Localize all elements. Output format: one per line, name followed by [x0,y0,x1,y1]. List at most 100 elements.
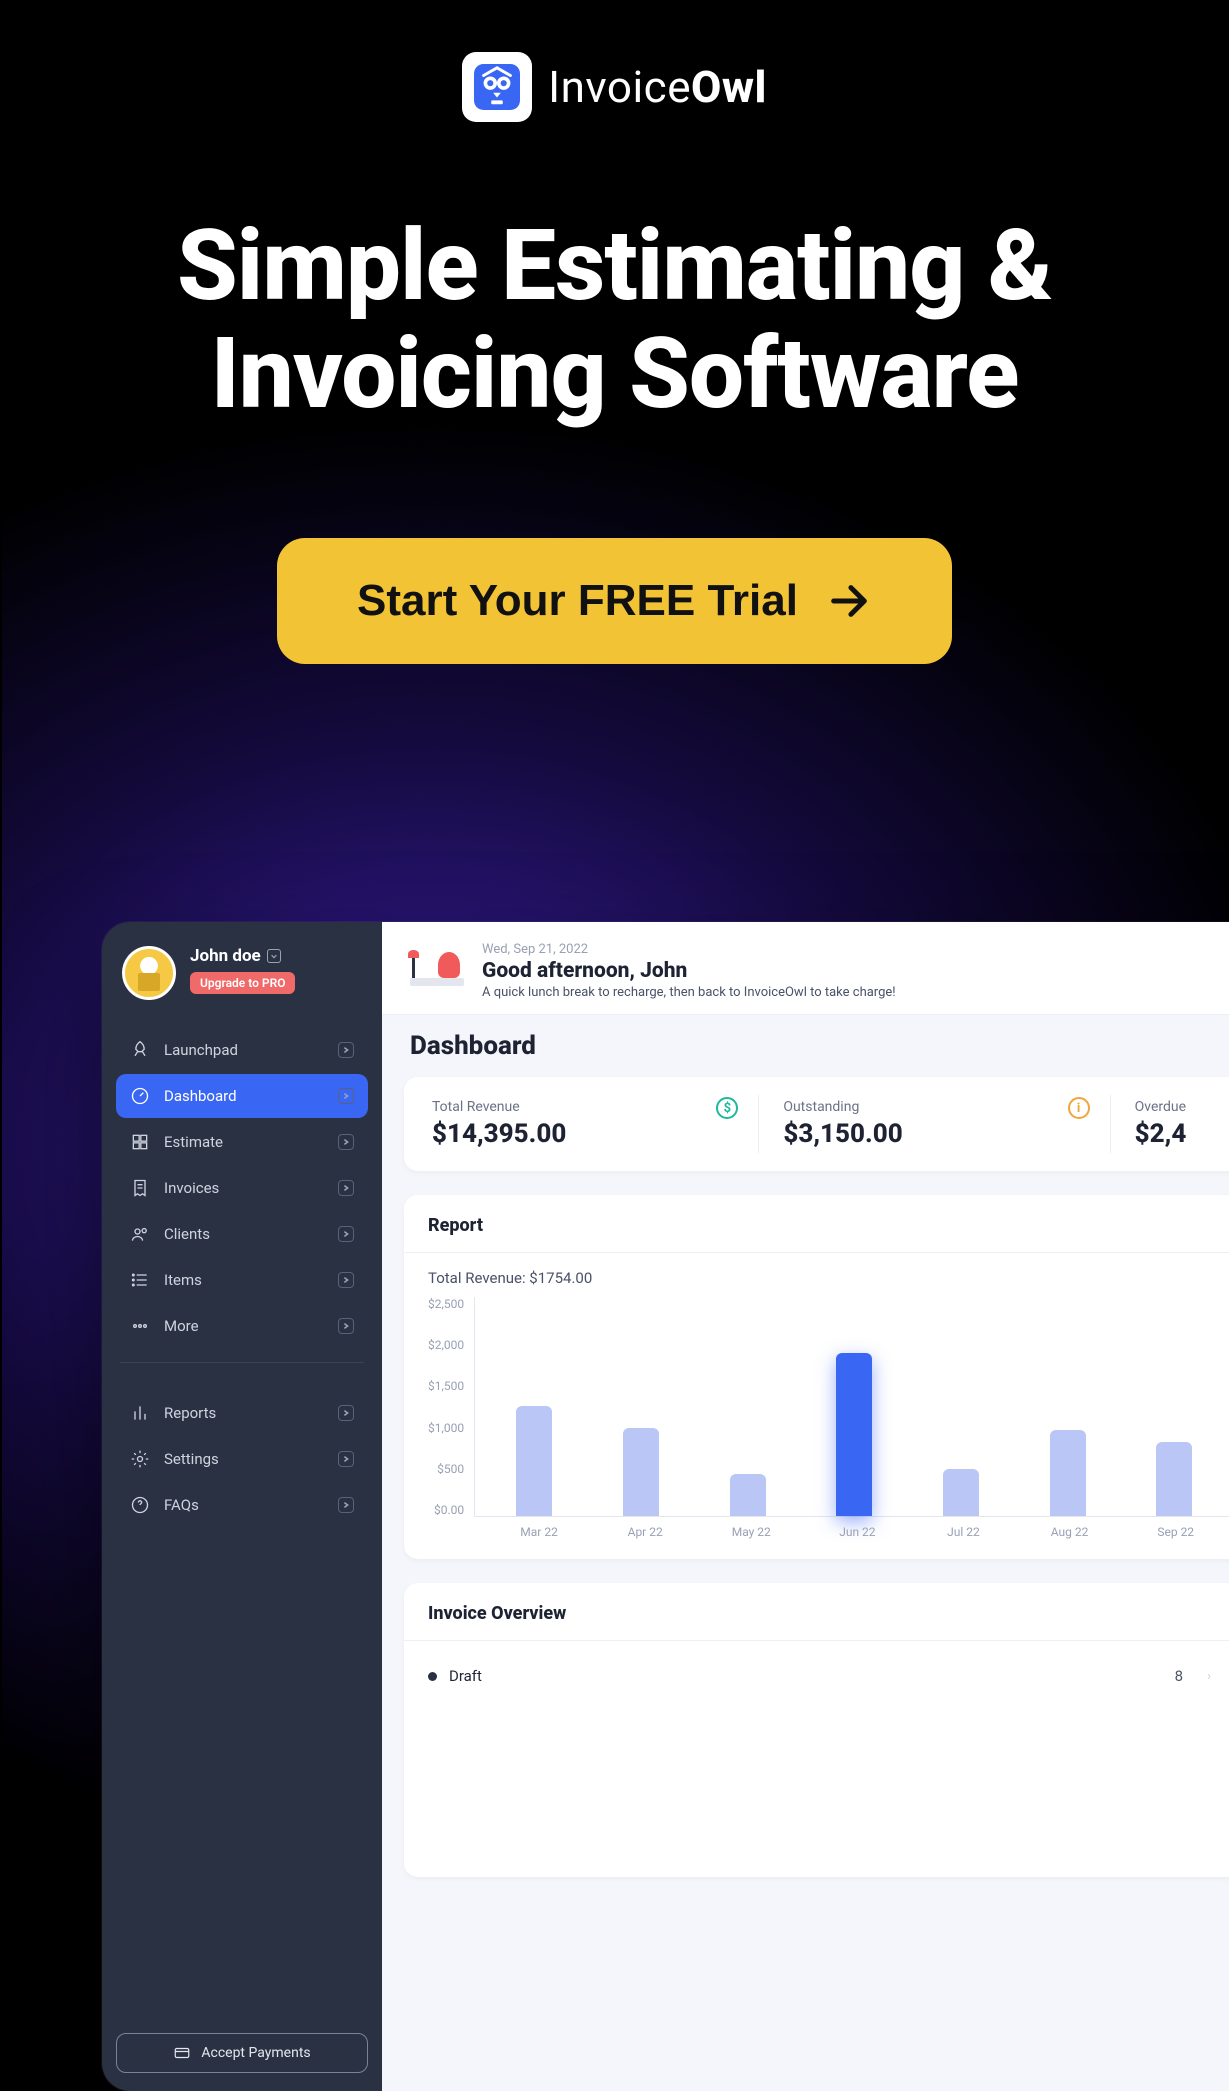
rocket-icon [130,1040,150,1060]
kpi-label: Total Revenue [432,1099,734,1115]
page-title: Dashboard [382,1015,1229,1069]
list-icon [130,1270,150,1290]
upgrade-badge[interactable]: Upgrade to PRO [190,972,295,994]
avatar [122,946,176,1000]
sidebar-item-more[interactable]: More [116,1304,368,1348]
sidebar-item-items[interactable]: Items [116,1258,368,1302]
kpi-value: $14,395.00 [432,1119,734,1149]
sidebar-item-label: Items [164,1271,202,1289]
sidebar: John doe Upgrade to PRO Launchpad Dashboa… [102,922,382,2091]
sidebar-item-estimate[interactable]: Estimate [116,1120,368,1164]
owl-logo-icon [462,52,532,122]
sidebar-item-label: Launchpad [164,1041,238,1059]
greeting-title: Good afternoon, John [482,959,896,983]
kpi-label: Overdue [1135,1099,1229,1115]
accept-payments-button[interactable]: Accept Payments [116,2033,368,2073]
user-name: John doe [190,946,295,966]
greeting-bar: Wed, Sep 21, 2022 Good afternoon, John A… [382,922,1229,1015]
y-tick: $1,500 [428,1379,464,1393]
chevron-right-icon [338,1272,354,1288]
chart-bar[interactable] [943,1469,979,1516]
y-tick: $2,500 [428,1297,464,1311]
chart-bar[interactable] [516,1406,552,1516]
kpi-value: $2,4 [1135,1119,1229,1149]
chart-bar[interactable] [1050,1430,1086,1516]
sidebar-item-clients[interactable]: Clients [116,1212,368,1256]
brand-name: InvoiceOwl [548,61,767,113]
chevron-right-icon [338,1088,354,1104]
x-tick: Sep 22 [1123,1517,1229,1539]
dots-icon [130,1316,150,1336]
revenue-chart: $2,500$2,000$1,500$1,000$500$0.00 [428,1297,1229,1517]
chevron-right-icon [338,1318,354,1334]
sidebar-item-label: Clients [164,1225,210,1243]
kpi-overdue: Overdue $2,4 [1111,1095,1229,1153]
kpi-total-revenue: Total Revenue $14,395.00$ [408,1095,759,1153]
users-icon [130,1224,150,1244]
divider [120,1362,364,1363]
sidebar-item-faqs[interactable]: FAQs [116,1483,368,1527]
start-trial-button[interactable]: Start Your FREE Trial [277,538,952,664]
overview-row-count: 8 [1175,1667,1183,1685]
kpi-badge-icon: i [1068,1097,1090,1119]
gauge-icon [130,1086,150,1106]
sidebar-item-label: Invoices [164,1179,219,1197]
sidebar-item-label: Reports [164,1404,216,1422]
chevron-right-icon [338,1134,354,1150]
sidebar-item-settings[interactable]: Settings [116,1437,368,1481]
kpi-outstanding: Outstanding $3,150.00i [759,1095,1110,1153]
user-block[interactable]: John doe Upgrade to PRO [116,940,368,1014]
brand: InvoiceOwl [462,52,767,122]
overview-title: Invoice Overview [428,1603,1229,1624]
y-tick: $1,000 [428,1421,464,1435]
headline: Simple Estimating & Invoicing Software [65,212,1165,428]
sidebar-item-invoices[interactable]: Invoices [116,1166,368,1210]
chevron-right-icon [338,1180,354,1196]
chevron-right-icon [338,1451,354,1467]
overview-row-label: Draft [449,1667,482,1685]
dashboard-window: John doe Upgrade to PRO Launchpad Dashboa… [102,922,1229,2091]
chart-bar[interactable] [623,1428,659,1516]
bars-icon [130,1403,150,1423]
help-icon [130,1495,150,1515]
sidebar-item-label: More [164,1317,199,1335]
invoice-overview-card: Invoice Overview Draft8› 10 [404,1583,1229,1877]
report-revenue-note: Total Revenue: $1754.00 [428,1269,1229,1287]
y-tick: $500 [437,1462,464,1476]
sidebar-item-dashboard[interactable]: Dashboard [116,1074,368,1118]
chevron-down-icon[interactable] [267,949,281,963]
report-card: Report Total Revenue: $1754.00 $2,500 $2,… [404,1195,1229,1559]
kpi-label: Outstanding [783,1099,1085,1115]
chart-bar[interactable] [836,1353,872,1516]
overview-row-draft[interactable]: Draft 8 › [428,1657,1211,1695]
sidebar-item-reports[interactable]: Reports [116,1391,368,1435]
kpi-badge-icon: $ [716,1097,738,1119]
chart-bar[interactable] [730,1474,766,1516]
gear-icon [130,1449,150,1469]
sidebar-item-label: Settings [164,1450,219,1468]
x-tick: Apr 22 [592,1517,698,1539]
main-panel: Wed, Sep 21, 2022 Good afternoon, John A… [382,922,1229,2091]
greeting-subtitle: A quick lunch break to recharge, then ba… [482,985,896,1000]
grid-icon [130,1132,150,1152]
report-title: Report [428,1215,1229,1236]
kpi-row: Total Revenue $14,395.00$ Outstanding $3,15… [404,1077,1229,1171]
chevron-right-icon [338,1226,354,1242]
chevron-right-icon: › [1207,1669,1211,1684]
receipt-icon [130,1178,150,1198]
chart-bar[interactable] [1156,1442,1192,1516]
sidebar-item-launchpad[interactable]: Launchpad [116,1028,368,1072]
kpi-value: $3,150.00 [783,1119,1085,1149]
chevron-right-icon [338,1497,354,1513]
sidebar-item-label: FAQs [164,1496,199,1514]
sidebar-item-label: Estimate [164,1133,223,1151]
card-icon [173,2044,191,2062]
y-tick: $2,000 [428,1338,464,1352]
x-tick: Aug 22 [1017,1517,1123,1539]
chevron-right-icon [338,1405,354,1421]
x-tick: May 22 [698,1517,804,1539]
x-tick: Mar 22 [486,1517,592,1539]
x-tick: Jun 22 [804,1517,910,1539]
sidebar-item-label: Dashboard [164,1087,237,1105]
arrow-right-icon [826,578,872,624]
